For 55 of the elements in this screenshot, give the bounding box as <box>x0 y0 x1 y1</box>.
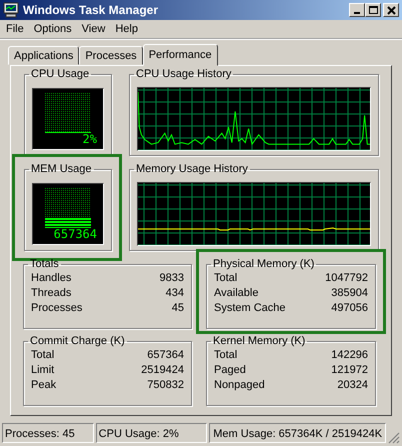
stat-label: Total <box>214 348 238 363</box>
close-button[interactable] <box>383 3 399 17</box>
close-icon <box>386 6 396 14</box>
group-label: Memory Usage History <box>135 163 249 175</box>
stat-label: Available <box>214 286 258 301</box>
stat-label: Total <box>31 348 54 363</box>
menu-item[interactable]: View <box>82 23 106 35</box>
stat-label: Paged <box>214 363 246 378</box>
stat-value: 497056 <box>331 301 368 316</box>
stat-value: 750832 <box>147 378 184 393</box>
stat-label: Nonpaged <box>214 378 265 393</box>
stat-label: Limit <box>31 363 54 378</box>
meter-track <box>45 93 91 133</box>
resize-grip-icon[interactable] <box>388 432 400 444</box>
stat-label: Handles <box>31 271 72 286</box>
stat-value: 385904 <box>331 286 368 301</box>
stat-value: 434 <box>166 286 184 301</box>
menu-item[interactable]: Options <box>34 23 72 35</box>
maximize-button[interactable] <box>365 3 381 17</box>
stat-label: Processes <box>31 301 82 316</box>
monitor-icon <box>3 2 19 18</box>
maximize-icon <box>368 6 378 14</box>
stat-value: 657364 <box>147 348 184 363</box>
menu-item[interactable]: Help <box>115 23 138 35</box>
stat-value: 9833 <box>160 271 184 286</box>
status-pane: CPU Usage: 2% <box>96 423 208 443</box>
stat-value: 121972 <box>331 363 368 378</box>
tab[interactable]: Performance <box>142 44 218 66</box>
stat-value: 20324 <box>337 378 368 393</box>
minimize-button[interactable] <box>349 3 365 17</box>
menu-item[interactable]: File <box>6 23 24 35</box>
meter-reading: 657364 <box>54 228 97 241</box>
stat-label: Threads <box>31 286 72 301</box>
stat-value: 1047792 <box>325 271 368 286</box>
tab[interactable]: Processes <box>79 46 143 65</box>
stat-value: 2519424 <box>141 363 184 378</box>
stat-value: 45 <box>172 301 184 316</box>
status-pane: Processes: 45 <box>2 423 94 443</box>
window-title: Windows Task Manager <box>23 3 160 17</box>
group-label: CPU Usage <box>30 68 90 80</box>
minimize-icon <box>354 12 360 14</box>
stat-label: Total <box>214 271 238 286</box>
stat-label: System Cache <box>214 301 286 316</box>
group-label: MEM Usage <box>30 163 93 175</box>
group-label: Commit Charge (K) <box>29 335 126 347</box>
meter-reading: 2% <box>82 133 97 146</box>
stat-label: Peak <box>31 378 56 393</box>
stat-value: 142296 <box>331 348 368 363</box>
group-label: CPU Usage History <box>135 68 232 80</box>
status-pane: Mem Usage: 657364K / 2519424K <box>209 423 386 443</box>
group-label: Kernel Memory (K) <box>212 335 306 347</box>
group-label: Totals <box>29 258 60 270</box>
meter-track <box>45 188 91 228</box>
group-label: Physical Memory (K) <box>212 258 316 270</box>
tab[interactable]: Applications <box>8 46 80 65</box>
